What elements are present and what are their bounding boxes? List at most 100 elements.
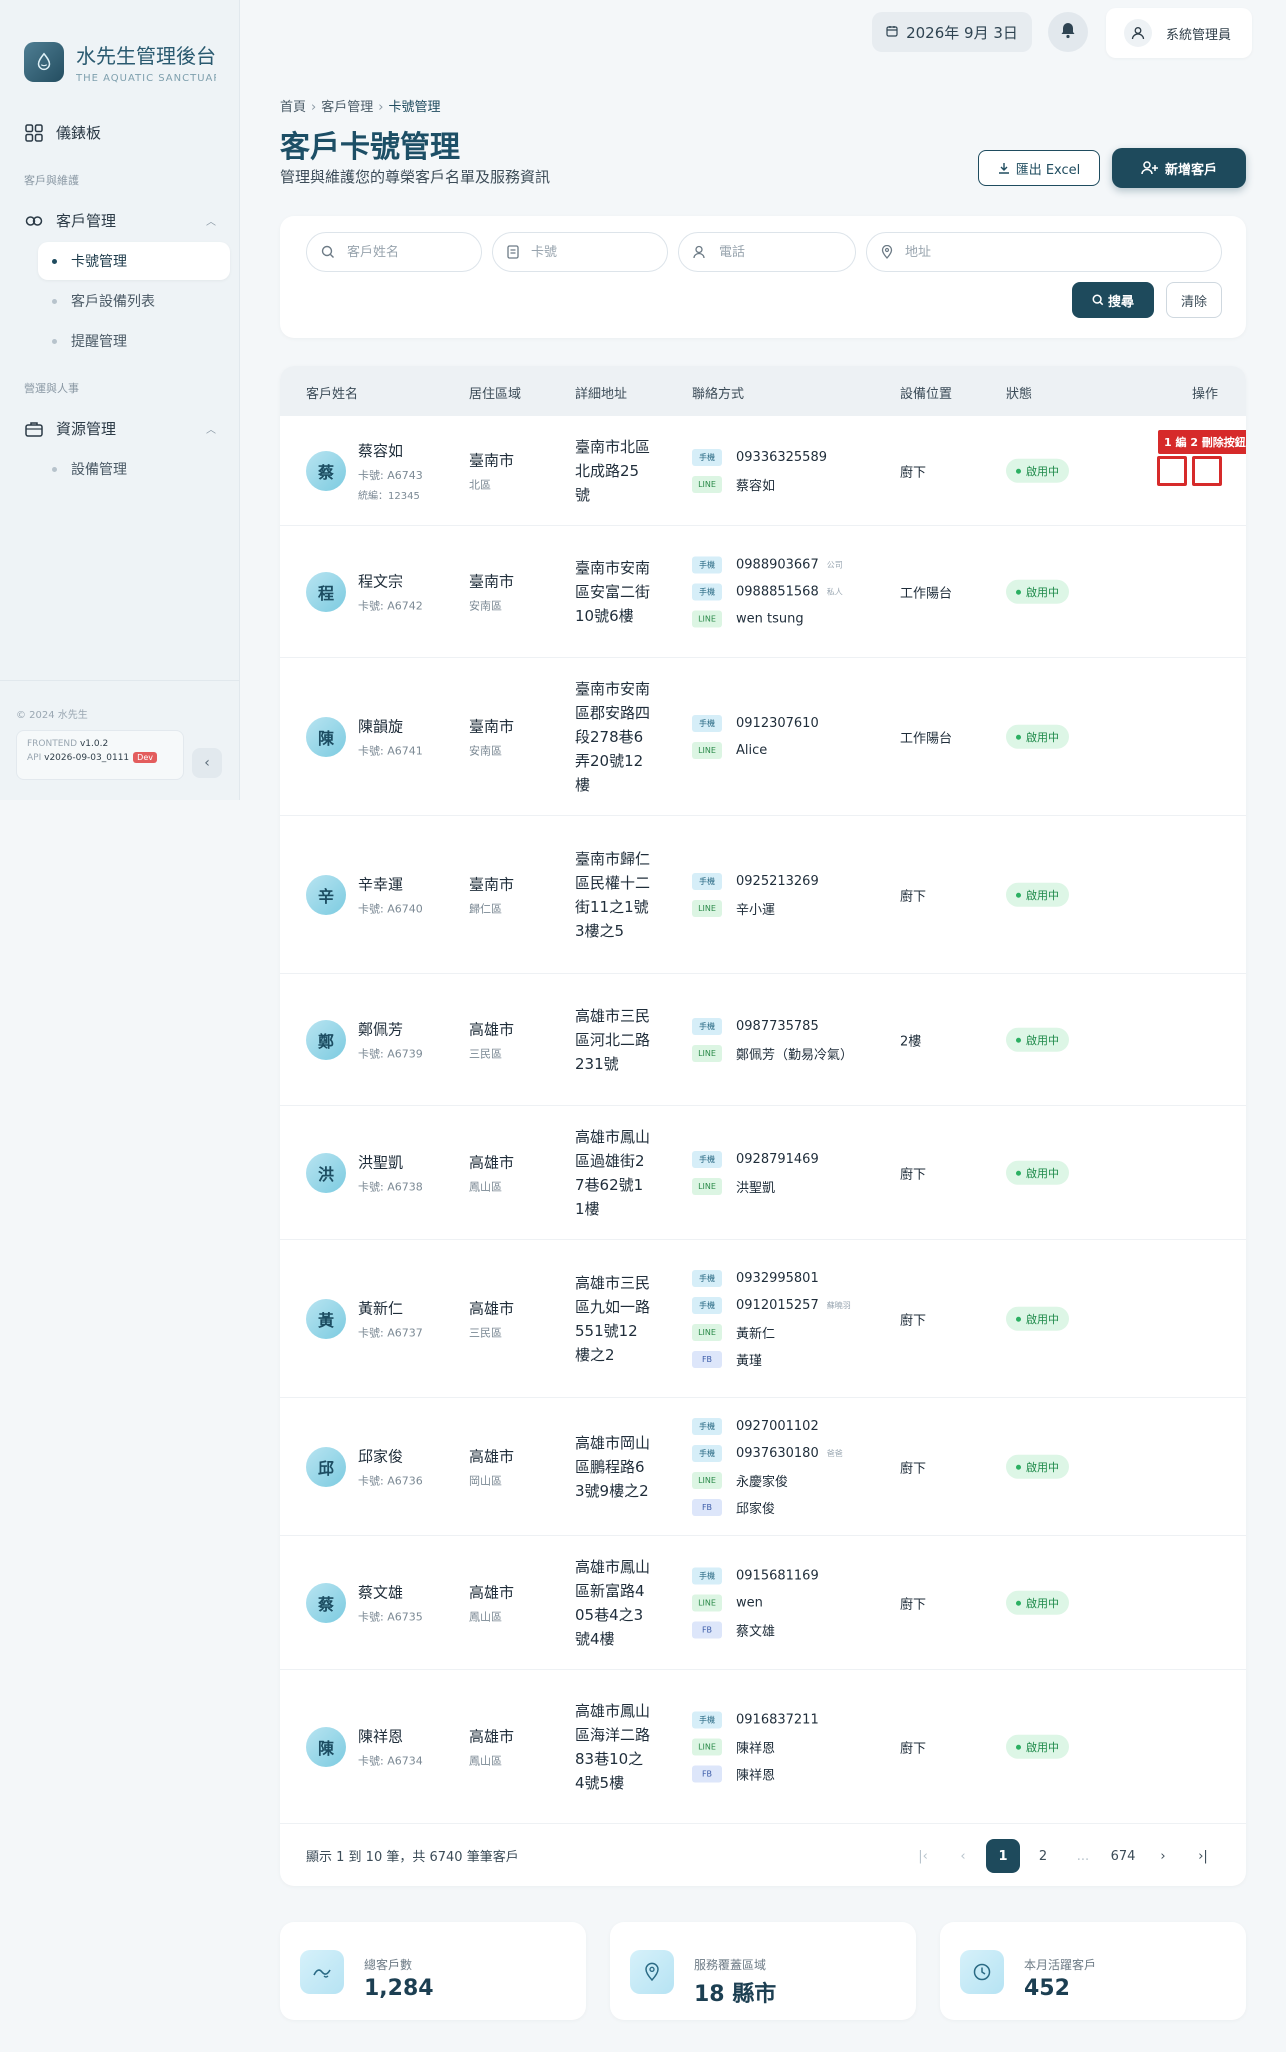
column-header-address[interactable]: 詳細地址	[575, 383, 627, 402]
nav-dashboard[interactable]: 儀錶板	[24, 122, 101, 143]
breadcrumb-customer[interactable]: 客戶管理	[321, 100, 373, 115]
avatar: 辛	[306, 874, 346, 915]
sidebar-item-customer-equipment[interactable]: 客戶設備列表	[38, 282, 230, 320]
collapse-sidebar-button[interactable]: ‹	[192, 748, 222, 778]
contact-type-tag: LINE	[692, 1323, 722, 1341]
phone-field[interactable]	[678, 232, 856, 272]
status-dot-icon	[1016, 892, 1021, 898]
sidebar-item-card-management[interactable]: 卡號管理	[38, 242, 230, 280]
stat-total-customers: 總客戶數 1,284	[280, 1922, 586, 2020]
contact-value: wen tsung	[736, 611, 804, 626]
contact-entry: 手機 0988851568 私人	[692, 578, 843, 605]
region-district: 安南區	[469, 599, 502, 612]
customer-name: 陳祥恩	[358, 1727, 404, 1745]
customer-name: 鄭佩芳	[358, 1020, 404, 1038]
card-number-field[interactable]	[492, 232, 668, 272]
column-header-action: 操作	[1192, 387, 1219, 402]
breadcrumb-home[interactable]: 首頁	[280, 100, 306, 115]
status-badge: 啟用中	[1006, 579, 1069, 604]
equipment-location: 廚下	[900, 889, 927, 904]
contact-entry: 手機 0932995801	[692, 1265, 851, 1292]
status-badge: 啟用中	[1006, 1160, 1069, 1185]
status-cell: 啟用中	[1006, 1734, 1069, 1759]
table-row[interactable]: 程程文宗 卡號: A6742 臺南市 安南區 臺南市安南區安富二街10號6樓 手機 0988…	[280, 526, 1246, 658]
table-row[interactable]: 蔡蔡容如 卡號: A6743 統編：12345 臺南市 北區 臺南市北區北成路25號 手機 0…	[280, 416, 1246, 526]
download-icon	[998, 162, 1010, 174]
nav-customer-management[interactable]: 客戶管理 ︿	[24, 210, 216, 231]
contact-type-tag: 手機	[692, 1417, 722, 1435]
table-row[interactable]: 邱邱家俊 卡號: A6736 高雄市 岡山區 高雄市岡山區鵬程路63號9樓之2 手機 092…	[280, 1398, 1246, 1536]
table-row[interactable]: 蔡蔡文雄 卡號: A6735 高雄市 鳳山區 高雄市鳳山區新富路405巷4之3號4樓 手機…	[280, 1536, 1246, 1670]
contact-cell: 手機 0916837211 LINE 陳祥恩 FB 陳祥恩	[692, 1706, 819, 1787]
clear-button[interactable]: 清除	[1166, 282, 1222, 318]
user-menu[interactable]: 系統管理員	[1106, 8, 1252, 58]
nav-resource-management[interactable]: 資源管理 ︿	[24, 418, 216, 439]
contact-type-tag: 手機	[692, 872, 722, 890]
contact-note: 私人	[826, 587, 843, 596]
first-page-button[interactable]: |‹	[906, 1839, 940, 1873]
sidebar-item-device-management[interactable]: 設備管理	[38, 450, 230, 488]
sidebar-item-reminders[interactable]: 提醒管理	[38, 322, 230, 360]
table-row[interactable]: 洪洪聖凱 卡號: A6738 高雄市 鳳山區 高雄市鳳山區過雄街27巷62號11樓 手機 0…	[280, 1106, 1246, 1240]
status-badge: 啟用中	[1006, 1590, 1069, 1615]
contact-type-tag: LINE	[692, 1044, 722, 1062]
contact-entry: LINE 黃新仁	[692, 1319, 851, 1346]
user-icon	[693, 245, 707, 259]
nav-dashboard-label: 儀錶板	[56, 124, 102, 142]
phone-input[interactable]	[719, 244, 855, 260]
page-button-last-number[interactable]: 674	[1106, 1839, 1140, 1873]
brand[interactable]: 水先生管理後台 THE AQUATIC SANCTUARY	[24, 40, 216, 84]
page-button-1[interactable]: 1	[986, 1839, 1020, 1873]
notifications-button[interactable]	[1048, 12, 1088, 52]
address-cell: 臺南市北區北成路25號	[575, 437, 651, 504]
search-button[interactable]: 搜尋	[1072, 282, 1154, 318]
copyright: © 2024 水先生	[16, 710, 88, 721]
contact-value: 0988903667	[736, 557, 819, 572]
card-number: 卡號: A6741	[358, 744, 423, 757]
contact-type-tag: 手機	[692, 1444, 722, 1462]
address-cell: 高雄市鳳山區海洋二路83巷10之4號5樓	[575, 1701, 651, 1792]
contact-entry: 手機 0927001102	[692, 1413, 843, 1440]
table-row[interactable]: 辛辛幸運 卡號: A6740 臺南市 歸仁區 臺南市歸仁區民權十二街11之1號3樓之5 手…	[280, 816, 1246, 974]
pagination-summary: 顯示 1 到 10 筆，共 6740 筆筆客戶	[306, 1850, 519, 1865]
table-row[interactable]: 陳陳祥恩 卡號: A6734 高雄市 鳳山區 高雄市鳳山區海洋二路83巷10之4號5樓手…	[280, 1670, 1246, 1824]
address-input[interactable]	[905, 244, 1221, 260]
column-header-status[interactable]: 狀態	[1006, 383, 1032, 402]
contact-value: Alice	[736, 742, 768, 758]
contact-value: 09336325589	[736, 449, 827, 465]
table-row[interactable]: 陳陳韻旋 卡號: A6741 臺南市 安南區 臺南市安南區郡安路四段278巷6弄20號1…	[280, 658, 1246, 816]
export-excel-button[interactable]: 匯出 Excel	[978, 150, 1100, 186]
date-display[interactable]: 2026年 9月 3日	[872, 12, 1032, 52]
edit-button[interactable]	[1157, 456, 1187, 486]
status-badge: 啟用中	[1006, 458, 1069, 483]
page-button-2[interactable]: 2	[1026, 1839, 1060, 1873]
calendar-icon	[886, 23, 898, 41]
delete-button[interactable]	[1192, 456, 1222, 486]
status-cell: 啟用中	[1006, 1590, 1069, 1615]
card-number: 卡號: A6740	[358, 902, 423, 915]
column-header-location[interactable]: 設備位置	[900, 383, 952, 402]
breadcrumb-separator: ›	[378, 100, 384, 115]
status-text: 啟用中	[1026, 730, 1059, 744]
column-header-name[interactable]: 客戶姓名	[306, 383, 358, 402]
sidebar-item-label: 提醒管理	[71, 334, 127, 350]
previous-page-button[interactable]: ‹	[946, 1839, 980, 1873]
address-field[interactable]	[866, 232, 1222, 272]
next-page-button[interactable]: ›	[1146, 1839, 1180, 1873]
card-number-input[interactable]	[531, 244, 667, 260]
customer-name-field[interactable]	[306, 232, 482, 272]
contact-entry: LINE 蔡容如	[692, 471, 827, 498]
customer-name-input[interactable]	[347, 244, 481, 260]
equipment-location: 工作陽台	[900, 586, 953, 601]
status-dot-icon	[1016, 589, 1021, 595]
column-header-contact[interactable]: 聯絡方式	[692, 383, 744, 402]
contact-value: 0912307610	[736, 715, 819, 731]
table-row[interactable]: 鄭鄭佩芳 卡號: A6739 高雄市 三民區 高雄市三民區河北二路231號 手機 09877…	[280, 974, 1246, 1106]
last-page-button[interactable]: ›|	[1186, 1839, 1220, 1873]
add-customer-button[interactable]: 新增客戶	[1112, 148, 1246, 188]
avatar: 鄭	[306, 1019, 346, 1060]
sidebar-item-label: 客戶設備列表	[71, 294, 155, 310]
column-header-region[interactable]: 居住區域	[469, 383, 521, 402]
customer-avatar: 洪	[306, 1152, 346, 1193]
table-row[interactable]: 黃黃新仁 卡號: A6737 高雄市 三民區 高雄市三民區九如一路551號12樓之2 手機…	[280, 1240, 1246, 1398]
